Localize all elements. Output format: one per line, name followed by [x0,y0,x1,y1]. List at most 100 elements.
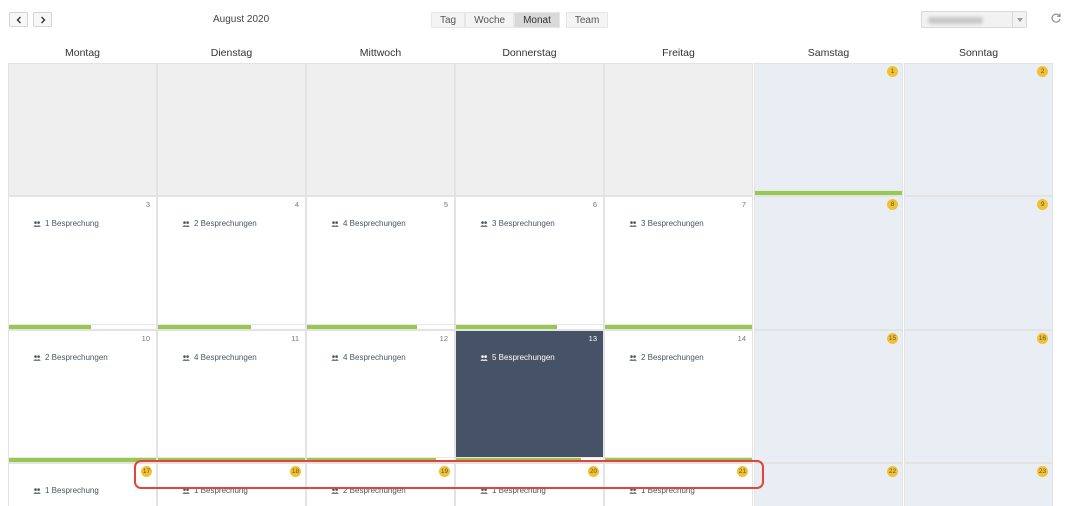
workload-bar-fill [9,458,156,462]
meeting-count[interactable]: 2 Besprechungen [182,219,257,228]
workload-bar [9,324,156,329]
people-icon [33,487,41,494]
calendar-day-cell[interactable] [157,63,306,196]
calendar-day-cell[interactable]: 21 1 Besprechung [604,463,753,506]
calendar-day-cell[interactable]: 18 1 Besprechung [157,463,306,506]
weekday-header: Mittwoch [359,47,402,59]
calendar-day-cell[interactable] [8,63,157,196]
weekday-header: Freitag [662,47,695,59]
meeting-count-label: 2 Besprechungen [194,219,257,228]
people-icon [182,220,190,227]
calendar-day-cell[interactable]: 15 [754,330,903,463]
meeting-count[interactable]: 4 Besprechungen [331,353,406,362]
workload-bar-fill [605,458,752,462]
meeting-count[interactable]: 1 Besprechung [182,486,248,495]
calendar-day-cell[interactable]: 22 [754,463,903,506]
workload-bar [307,457,454,462]
calendar-day-cell[interactable]: 19 2 Besprechungen [306,463,455,506]
prev-month-button[interactable] [9,12,28,27]
meeting-count[interactable]: 2 Besprechungen [331,486,406,495]
people-icon [33,354,41,361]
calendar-day-cell[interactable]: 8 [754,196,903,330]
day-number: 6 [592,200,597,209]
user-select[interactable] [921,11,1027,28]
calendar-day-cell[interactable]: 7 3 Besprechungen [604,196,753,330]
meeting-count-label: 4 Besprechungen [194,353,257,362]
workload-bar [158,324,305,329]
day-number-badge: 16 [1037,333,1048,344]
meeting-count[interactable]: 1 Besprechung [480,486,546,495]
people-icon [480,487,488,494]
calendar-day-cell[interactable]: 5 4 Besprechungen [306,196,455,330]
day-number-badge: 22 [887,466,898,477]
day-number-badge: 1 [887,66,898,77]
chevron-left-icon [16,16,21,23]
meeting-count[interactable]: 1 Besprechung [33,486,99,495]
month-title: August 2020 [213,14,270,25]
calendar-day-cell[interactable]: 3 1 Besprechung [8,196,157,330]
day-number-badge: 8 [887,199,898,210]
day-number-badge: 15 [887,333,898,344]
calendar-day-cell[interactable]: 6 3 Besprechungen [455,196,604,330]
calendar-day-cell[interactable]: 12 4 Besprechungen [306,330,455,463]
refresh-icon[interactable] [1050,12,1062,24]
meeting-count[interactable]: 4 Besprechungen [331,219,406,228]
weekday-header: Sonntag [958,47,999,59]
calendar-day-cell[interactable]: 17 1 Besprechung [8,463,157,506]
meeting-count[interactable]: 1 Besprechung [629,486,695,495]
day-number: 14 [737,334,746,343]
workload-bar-fill [158,325,251,329]
calendar-day-cell[interactable]: 11 4 Besprechungen [157,330,306,463]
people-icon [331,354,339,361]
meeting-count-label: 3 Besprechungen [641,219,704,228]
day-number: 10 [141,334,150,343]
meeting-count-label: 3 Besprechungen [492,219,555,228]
calendar-day-cell[interactable]: 10 2 Besprechungen [8,330,157,463]
workload-bar-fill [307,325,418,329]
calendar-day-cell[interactable] [604,63,753,196]
meeting-count[interactable]: 3 Besprechungen [629,219,704,228]
people-icon [331,220,339,227]
calendar-day-cell[interactable] [455,63,604,196]
calendar-day-cell[interactable]: 23 [904,463,1053,506]
calendar-day-cell[interactable]: 2 [904,63,1053,196]
calendar-day-cell[interactable]: 14 2 Besprechungen [604,330,753,463]
meeting-count-label: 4 Besprechungen [343,353,406,362]
day-number: 13 [588,334,597,343]
tab-tag[interactable]: Tag [431,12,466,28]
day-number-badge: 18 [290,466,301,477]
meeting-count[interactable]: 2 Besprechungen [629,353,704,362]
chevron-right-icon [40,16,45,23]
calendar-day-cell[interactable]: 13 5 Besprechungen [455,330,604,463]
weekday-header: Donnerstag [502,47,557,59]
meeting-count[interactable]: 1 Besprechung [33,219,99,228]
calendar-day-cell[interactable]: 16 [904,330,1053,463]
workload-bar [605,457,752,462]
weekday-header: Samstag [807,47,850,59]
tab-team[interactable]: Team [565,12,609,28]
weekday-header: Dienstag [210,47,253,59]
workload-bar [307,324,454,329]
calendar-day-cell[interactable]: 1 [754,63,903,196]
meeting-count-label: 4 Besprechungen [343,219,406,228]
workload-bar-fill [158,458,305,462]
day-number: 7 [741,200,746,209]
day-number: 3 [145,200,150,209]
calendar-day-cell[interactable]: 4 2 Besprechungen [157,196,306,330]
calendar-day-cell[interactable]: 20 1 Besprechung [455,463,604,506]
meeting-count[interactable]: 3 Besprechungen [480,219,555,228]
meeting-count-label: 1 Besprechung [45,486,99,495]
meeting-count[interactable]: 2 Besprechungen [33,353,108,362]
calendar-day-cell[interactable] [306,63,455,196]
tab-monat[interactable]: Monat [514,12,560,28]
meeting-count-label: 1 Besprechung [492,486,546,495]
people-icon [182,487,190,494]
meeting-count-label: 1 Besprechung [45,219,99,228]
next-month-button[interactable] [33,12,52,27]
meeting-count[interactable]: 4 Besprechungen [182,353,257,362]
day-number-badge: 21 [737,466,748,477]
meeting-count[interactable]: 5 Besprechungen [480,353,555,362]
tab-woche[interactable]: Woche [465,12,515,28]
meeting-count-label: 5 Besprechungen [492,353,555,362]
calendar-day-cell[interactable]: 9 [904,196,1053,330]
